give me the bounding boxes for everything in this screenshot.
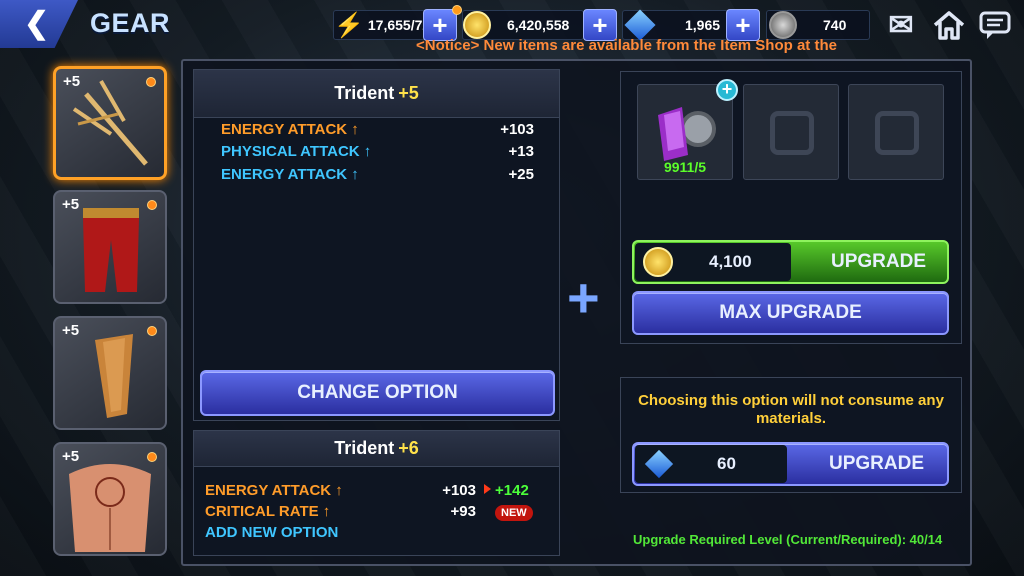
energy-counter: ⚡ 17,655/72	[333, 10, 431, 40]
add-material-button[interactable]: +	[716, 79, 738, 101]
crystal-cost-box: 60	[635, 445, 787, 483]
gold-coin-icon	[463, 11, 491, 39]
max-upgrade-label: MAX UPGRADE	[719, 302, 862, 323]
gold-value: 6,420,558	[507, 17, 570, 33]
crystal-icon	[624, 9, 656, 41]
stat-label: ENERGY ATTACK	[221, 121, 348, 138]
crystal-upgrade-label: UPGRADE	[829, 453, 925, 474]
page-title: GEAR	[90, 8, 171, 38]
crystal-upgrade-message: Choosing this option will not consume an…	[638, 392, 944, 427]
chevron-left-icon: ❮	[24, 7, 50, 40]
gold-cost: 4,100	[709, 252, 752, 271]
stat-label: CRITICAL RATE	[205, 503, 319, 520]
empty-slot-icon	[875, 111, 919, 155]
bracer-icon	[95, 334, 133, 418]
upgrade-requirement-text: Upgrade Required Level (Current/Required…	[633, 532, 943, 547]
arrow-up-icon: ↑	[351, 166, 359, 183]
trident-icon	[72, 80, 148, 166]
stat-label: ENERGY ATTACK	[221, 166, 348, 183]
home-icon	[933, 11, 965, 40]
next-item-level: +6	[398, 438, 419, 458]
crystal-upgrade-button[interactable]: 60 UPGRADE	[632, 442, 949, 486]
stat-value: +103	[500, 121, 534, 138]
lightning-icon: ⚡	[334, 11, 364, 39]
material-count: 9911/5	[663, 159, 707, 175]
arrow-up-icon: ↑	[363, 143, 372, 160]
gear-slot-bracer[interactable]: +5	[53, 316, 167, 430]
next-item-panel: Trident +6 ENERGY ATTACK ↑ +103 +142 CRI…	[193, 430, 560, 556]
stat-label: ENERGY ATTACK	[205, 482, 332, 499]
stat-value: +103	[442, 482, 476, 499]
arrow-right-icon	[484, 484, 491, 494]
crystal-value: 1,965	[685, 17, 721, 33]
token-counter: 740	[766, 10, 870, 40]
notice-ticker: <Notice> New items are available from th…	[416, 37, 837, 54]
plus-icon: +	[592, 9, 608, 40]
mail-icon: ✉	[888, 8, 914, 42]
plus-icon: +	[735, 9, 751, 40]
chest-icon	[69, 464, 151, 552]
new-badge: NEW	[495, 505, 533, 521]
gold-upgrade-button[interactable]: 4,100 UPGRADE	[632, 240, 949, 284]
crystal-icon	[644, 449, 674, 479]
gold-cost-box: 4,100	[635, 243, 791, 281]
stat-row: ENERGY ATTACK ↑	[221, 121, 359, 138]
stat-value: +25	[508, 166, 534, 183]
arrow-up-icon: ↑	[322, 503, 331, 520]
energy-value: 17,655/72	[367, 17, 431, 33]
material-slot-empty[interactable]	[848, 84, 944, 180]
plus-icon: +	[432, 9, 448, 40]
next-item-header: Trident +6	[194, 431, 559, 467]
current-item-header: Trident +5	[194, 70, 559, 118]
chat-button[interactable]	[974, 6, 1016, 44]
gear-slot-chest[interactable]: +5	[53, 442, 167, 556]
plus-icon: +	[567, 266, 600, 329]
change-option-button[interactable]: CHANGE OPTION	[200, 370, 555, 416]
current-item-name: Trident	[334, 83, 395, 103]
current-item-panel: Trident +5 ENERGY ATTACK ↑ +103 PHYSICAL…	[193, 69, 560, 421]
crystal-counter: 1,965	[622, 9, 730, 41]
arrow-up-icon: ↑	[335, 482, 343, 499]
gear-slot-trident[interactable]: +5	[53, 66, 167, 180]
gold-counter: 6,420,558	[462, 10, 584, 40]
change-option-label: CHANGE OPTION	[297, 382, 458, 403]
current-item-level: +5	[398, 83, 419, 103]
home-button[interactable]	[928, 6, 970, 44]
arrow-up-icon: ↑	[351, 121, 359, 138]
stat-row: ENERGY ATTACK ↑	[221, 166, 359, 183]
gear-slot-pants[interactable]: +5	[53, 190, 167, 304]
material-slot[interactable]: 9911/5	[637, 84, 733, 180]
token-icon	[769, 11, 797, 39]
stat-value: +93	[450, 503, 476, 520]
stat-value: +13	[508, 143, 534, 160]
next-item-name: Trident	[334, 438, 395, 458]
crystal-cost: 60	[717, 454, 736, 473]
gold-coin-icon	[643, 247, 673, 277]
upgrade-label: UPGRADE	[831, 251, 927, 272]
stat-label: PHYSICAL ATTACK	[221, 143, 360, 160]
add-new-option-link[interactable]: ADD NEW OPTION	[205, 524, 338, 541]
notification-dot	[452, 5, 462, 15]
material-slot-empty[interactable]	[743, 84, 839, 180]
token-value: 740	[823, 17, 847, 33]
mail-button[interactable]: ✉	[880, 6, 922, 44]
empty-slot-icon	[770, 111, 814, 155]
chat-icon	[979, 11, 1011, 39]
stat-row: CRITICAL RATE ↑	[205, 503, 330, 520]
stat-row: ENERGY ATTACK ↑	[205, 482, 343, 499]
max-upgrade-button[interactable]: MAX UPGRADE	[632, 291, 949, 335]
pants-icon	[83, 208, 139, 292]
stat-new-value: +142	[495, 482, 529, 499]
stat-row: PHYSICAL ATTACK ↑	[221, 143, 371, 160]
